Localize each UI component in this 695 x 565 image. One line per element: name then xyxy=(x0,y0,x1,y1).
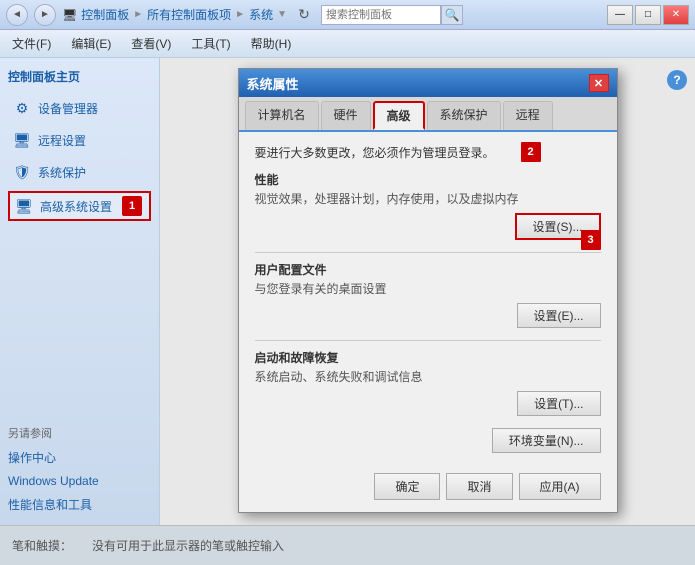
sidebar-footer: 另请参阅 操作中心 Windows Update 性能信息和工具 xyxy=(8,425,151,515)
address-arrow-2: ► xyxy=(235,9,245,20)
section-performance: 性能 视觉效果，处理器计划，内存使用，以及虚拟内存 设置(S)... xyxy=(255,171,601,240)
sidebar-footer-windows-update[interactable]: Windows Update xyxy=(8,472,151,490)
dialog-note-container: 要进行大多数更改，您必须作为管理员登录。 2 xyxy=(255,144,601,161)
sidebar-title: 控制面板主页 xyxy=(8,68,151,85)
window-controls: — □ ✕ xyxy=(607,5,689,25)
maximize-button[interactable]: □ xyxy=(635,5,661,25)
env-variables-button[interactable]: 环境变量(N)... xyxy=(492,428,601,453)
ok-button[interactable]: 确定 xyxy=(374,473,440,500)
status-left: 笔和触摸： xyxy=(12,537,72,554)
dialog-body: 要进行大多数更改，您必须作为管理员登录。 2 性能 视觉效果，处理器计划，内存使… xyxy=(239,132,617,465)
status-right: 没有可用于此显示器的笔或触控输入 xyxy=(92,537,284,554)
menu-edit[interactable]: 编辑(E) xyxy=(67,33,115,54)
dialog-close-button[interactable]: ✕ xyxy=(589,74,609,92)
section-user-profiles-btn-row: 设置(E)... xyxy=(255,303,601,328)
close-button[interactable]: ✕ xyxy=(663,5,689,25)
address-icon: 🖥 xyxy=(62,8,77,22)
main-content: 系统属性 ✕ 计算机名 硬件 高级 系统保护 远程 要进行大多数更 xyxy=(160,58,695,525)
sidebar-footer-title: 另请参阅 xyxy=(8,425,151,441)
tab-remote[interactable]: 远程 xyxy=(503,101,553,130)
badge-2: 2 xyxy=(521,142,541,162)
dialog-title: 系统属性 xyxy=(247,74,299,93)
divider-1 xyxy=(255,252,601,253)
menu-file[interactable]: 文件(F) xyxy=(8,33,55,54)
sidebar: 控制面板主页 ⚙ 设备管理器 🖥 远程设置 🛡 系统保护 🖥 高级系统设置 1 … xyxy=(0,58,160,525)
title-bar: ◄ ► 🖥 控制面板 ► 所有控制面板项 ► 系统 ▼ ↻ 🔍 — □ ✕ xyxy=(0,0,695,30)
sidebar-item-remote-label: 远程设置 xyxy=(38,132,86,149)
tab-computer-name[interactable]: 计算机名 xyxy=(245,101,319,130)
content-area: 控制面板主页 ⚙ 设备管理器 🖥 远程设置 🛡 系统保护 🖥 高级系统设置 1 … xyxy=(0,58,695,525)
sidebar-item-system-protect[interactable]: 🛡 系统保护 xyxy=(8,159,151,185)
system-properties-dialog: 系统属性 ✕ 计算机名 硬件 高级 系统保护 远程 要进行大多数更 xyxy=(238,68,618,513)
badge-3: 3 xyxy=(581,230,601,250)
apply-button[interactable]: 应用(A) xyxy=(519,473,601,500)
refresh-button[interactable]: ↻ xyxy=(293,4,315,26)
nav-forward-button[interactable]: ► xyxy=(34,4,56,26)
sidebar-item-device-mgr[interactable]: ⚙ 设备管理器 xyxy=(8,95,151,121)
section-performance-btn-row: 设置(S)... xyxy=(255,213,601,240)
sidebar-item-device-mgr-label: 设备管理器 xyxy=(38,100,98,117)
help-icon[interactable]: ? xyxy=(667,70,687,90)
menu-tools[interactable]: 工具(T) xyxy=(187,33,234,54)
dialog-note: 要进行大多数更改，您必须作为管理员登录。 xyxy=(255,146,495,160)
title-bar-left: ◄ ► 🖥 控制面板 ► 所有控制面板项 ► 系统 ▼ ↻ 🔍 xyxy=(6,4,463,26)
badge-1: 1 xyxy=(122,196,142,216)
menu-help[interactable]: 帮助(H) xyxy=(247,33,296,54)
sidebar-item-system-protect-label: 系统保护 xyxy=(38,164,86,181)
advanced-icon: 🖥 xyxy=(14,196,34,216)
device-mgr-icon: ⚙ xyxy=(12,98,32,118)
address-dropdown-arrow[interactable]: ▼ xyxy=(277,9,287,20)
env-btn-row: 环境变量(N)... xyxy=(255,428,601,453)
remote-icon: 🖥 xyxy=(12,130,32,150)
section-user-profiles-title: 用户配置文件 xyxy=(255,261,601,278)
sidebar-item-remote[interactable]: 🖥 远程设置 xyxy=(8,127,151,153)
address-arrow-1: ► xyxy=(133,9,143,20)
user-profiles-settings-button[interactable]: 设置(E)... xyxy=(517,303,601,328)
tab-bar: 计算机名 硬件 高级 系统保护 远程 xyxy=(239,97,617,132)
dialog-title-bar: 系统属性 ✕ xyxy=(239,69,617,97)
startup-settings-button[interactable]: 设置(T)... xyxy=(517,391,600,416)
nav-back-button[interactable]: ◄ xyxy=(6,4,28,26)
section-user-profiles-desc: 与您登录有关的桌面设置 xyxy=(255,280,601,297)
search-button[interactable]: 🔍 xyxy=(441,5,463,25)
sidebar-item-advanced[interactable]: 🖥 高级系统设置 1 xyxy=(8,191,151,221)
search-box: 🔍 xyxy=(321,5,463,25)
section-user-profiles: 用户配置文件 与您登录有关的桌面设置 设置(E)... xyxy=(255,261,601,328)
sidebar-footer-performance[interactable]: 性能信息和工具 xyxy=(8,494,151,515)
tab-hardware[interactable]: 硬件 xyxy=(321,101,371,130)
menu-view[interactable]: 查看(V) xyxy=(127,33,175,54)
section-startup-desc: 系统启动、系统失败和调试信息 xyxy=(255,368,601,385)
section-startup: 启动和故障恢复 系统启动、系统失败和调试信息 设置(T)... xyxy=(255,349,601,416)
toolbar: 文件(F) 编辑(E) 查看(V) 工具(T) 帮助(H) xyxy=(0,30,695,58)
sidebar-footer-action-center[interactable]: 操作中心 xyxy=(8,447,151,468)
minimize-button[interactable]: — xyxy=(607,5,633,25)
address-segment-3[interactable]: 系统 xyxy=(249,6,273,23)
dialog-overlay: 系统属性 ✕ 计算机名 硬件 高级 系统保护 远程 要进行大多数更 xyxy=(160,58,695,525)
tab-advanced[interactable]: 高级 xyxy=(373,101,425,130)
search-input[interactable] xyxy=(321,5,441,25)
address-segment-1[interactable]: 控制面板 xyxy=(81,6,129,23)
address-segment-2[interactable]: 所有控制面板项 xyxy=(147,6,231,23)
main-window: ◄ ► 🖥 控制面板 ► 所有控制面板项 ► 系统 ▼ ↻ 🔍 — □ ✕ xyxy=(0,0,695,565)
section-startup-title: 启动和故障恢复 xyxy=(255,349,601,366)
dialog-footer: 确定 取消 应用(A) xyxy=(239,465,617,512)
section-startup-btn-row: 设置(T)... xyxy=(255,391,601,416)
section-performance-desc: 视觉效果，处理器计划，内存使用，以及虚拟内存 xyxy=(255,190,601,207)
address-bar: 🖥 控制面板 ► 所有控制面板项 ► 系统 ▼ xyxy=(62,6,287,23)
sidebar-item-advanced-label: 高级系统设置 xyxy=(40,198,112,215)
divider-2 xyxy=(255,340,601,341)
system-protect-icon: 🛡 xyxy=(12,162,32,182)
section-performance-title: 性能 xyxy=(255,171,601,188)
tab-system-protect[interactable]: 系统保护 xyxy=(427,101,501,130)
status-bar: 笔和触摸： 没有可用于此显示器的笔或触控输入 xyxy=(0,525,695,565)
cancel-button[interactable]: 取消 xyxy=(446,473,512,500)
